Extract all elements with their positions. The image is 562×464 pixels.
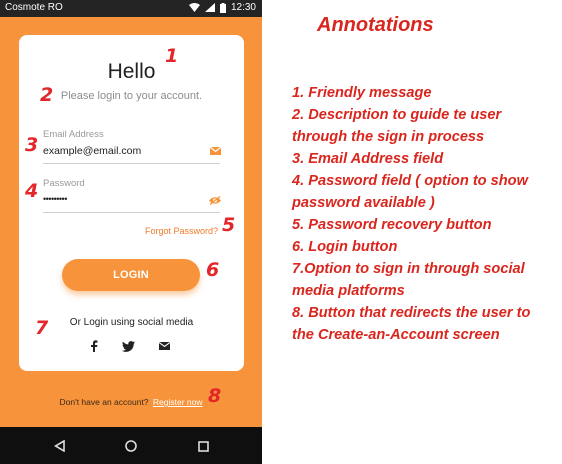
recent-apps-icon[interactable] [194,437,212,455]
password-underline [43,212,220,213]
marker-1: 1 [165,45,179,67]
forgot-password-link[interactable]: Forgot Password? [145,226,218,236]
register-now-link[interactable]: Register now [153,397,203,407]
marker-4: 4 [25,180,39,202]
annotation-item: 4. Password field ( option to show passw… [292,173,528,211]
marker-3: 3 [25,134,39,156]
annotation-item: 8. Button that redirects the user to the… [292,305,531,343]
email-label: Email Address [43,129,104,140]
wifi-icon [188,3,200,12]
register-row: Don't have an account? Register now [0,397,262,407]
annotations-title: Annotations [317,14,434,36]
show-password-icon[interactable] [209,196,221,205]
annotation-item: 5. Password recovery button [292,217,492,233]
register-prompt: Don't have an account? [59,397,149,407]
back-icon[interactable] [50,437,68,455]
twitter-icon[interactable] [120,338,136,354]
signal-icon [204,3,215,12]
password-field[interactable]: ••••••••• [43,194,67,204]
marker-5: 5 [222,214,236,236]
email-icon [210,147,221,155]
carrier-name: Cosmote RO [5,2,63,13]
social-login-text: Or Login using social media [69,317,194,328]
annotation-item: 1. Friendly message [292,85,432,101]
home-icon[interactable] [122,437,140,455]
email-share-icon[interactable] [156,338,172,354]
marker-7: 7 [35,317,49,339]
email-underline [43,163,220,164]
password-label: Password [43,178,85,189]
annotation-item: 2. Description to guide te user through … [292,107,502,145]
marker-2: 2 [40,84,54,106]
android-navigation-bar [0,427,262,464]
clock: 12:30 [230,2,256,13]
marker-6: 6 [206,259,220,281]
status-bar: Cosmote RO 12:30 [0,0,262,17]
annotation-item: 7.Option to sign in through social media… [292,261,525,299]
battery-icon [219,2,226,13]
greeting-title: Hello [107,60,156,83]
login-button[interactable]: LOGIN [62,259,200,291]
annotations-list: 1. Friendly message 2. Description to gu… [292,82,554,346]
facebook-icon[interactable] [86,338,102,354]
annotation-item: 3. Email Address field [292,151,444,167]
annotation-item: 6. Login button [292,239,398,255]
marker-8: 8 [208,385,222,407]
email-field[interactable]: example@email.com [43,145,141,157]
